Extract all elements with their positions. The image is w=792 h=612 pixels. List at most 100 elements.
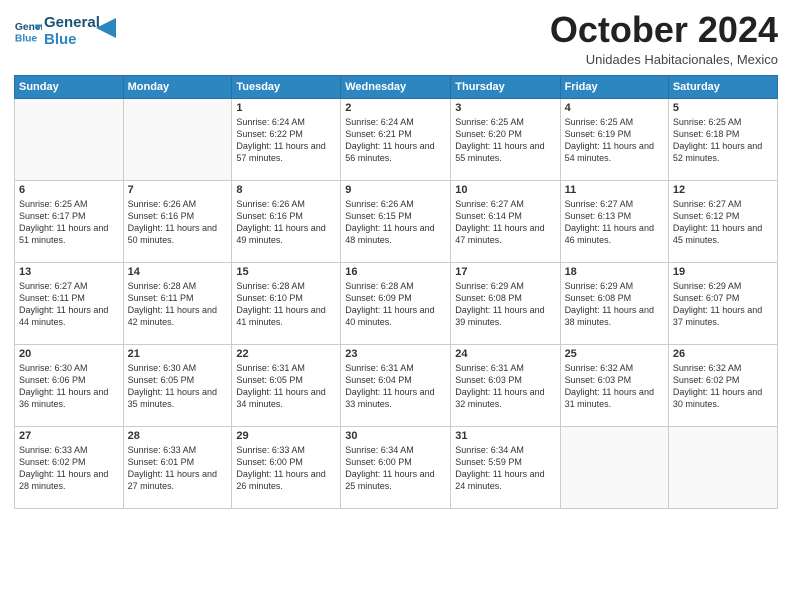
svg-text:Blue: Blue: [15, 34, 38, 45]
cell-info: Sunrise: 6:26 AMSunset: 6:16 PMDaylight:…: [236, 198, 336, 247]
day-number: 24: [455, 348, 555, 360]
day-number: 15: [236, 266, 336, 278]
day-number: 6: [19, 184, 119, 196]
cell-info: Sunrise: 6:27 AMSunset: 6:14 PMDaylight:…: [455, 198, 555, 247]
day-number: 14: [128, 266, 228, 278]
logo-text-blue: Blue: [44, 31, 100, 48]
col-friday: Friday: [560, 75, 668, 98]
table-row: 6 Sunrise: 6:25 AMSunset: 6:17 PMDaylight…: [15, 180, 124, 262]
table-row: 9 Sunrise: 6:26 AMSunset: 6:15 PMDaylight…: [341, 180, 451, 262]
day-number: 17: [455, 266, 555, 278]
table-row: [15, 98, 124, 180]
table-row: 29 Sunrise: 6:33 AMSunset: 6:00 PMDayligh…: [232, 426, 341, 508]
day-number: 3: [455, 102, 555, 114]
table-row: 24 Sunrise: 6:31 AMSunset: 6:03 PMDayligh…: [451, 344, 560, 426]
calendar-week-row: 27 Sunrise: 6:33 AMSunset: 6:02 PMDayligh…: [15, 426, 778, 508]
header: General Blue General Blue October 2024 U…: [14, 10, 778, 67]
calendar-week-row: 20 Sunrise: 6:30 AMSunset: 6:06 PMDayligh…: [15, 344, 778, 426]
day-number: 12: [673, 184, 773, 196]
col-wednesday: Wednesday: [341, 75, 451, 98]
day-number: 25: [565, 348, 664, 360]
logo-text-general: General: [44, 14, 100, 31]
cell-info: Sunrise: 6:32 AMSunset: 6:02 PMDaylight:…: [673, 362, 773, 411]
day-number: 9: [345, 184, 446, 196]
cell-info: Sunrise: 6:34 AMSunset: 6:00 PMDaylight:…: [345, 444, 446, 493]
day-number: 22: [236, 348, 336, 360]
cell-info: Sunrise: 6:28 AMSunset: 6:11 PMDaylight:…: [128, 280, 228, 329]
day-number: 30: [345, 430, 446, 442]
cell-info: Sunrise: 6:33 AMSunset: 6:01 PMDaylight:…: [128, 444, 228, 493]
table-row: 19 Sunrise: 6:29 AMSunset: 6:07 PMDayligh…: [668, 262, 777, 344]
calendar-header-row: Sunday Monday Tuesday Wednesday Thursday…: [15, 75, 778, 98]
table-row: 30 Sunrise: 6:34 AMSunset: 6:00 PMDayligh…: [341, 426, 451, 508]
cell-info: Sunrise: 6:30 AMSunset: 6:06 PMDaylight:…: [19, 362, 119, 411]
table-row: 16Sunrise: 6:28 AMSunset: 6:09 PMDayligh…: [341, 262, 451, 344]
table-row: 8Sunrise: 6:26 AMSunset: 6:16 PMDaylight…: [232, 180, 341, 262]
table-row: 22Sunrise: 6:31 AMSunset: 6:05 PMDayligh…: [232, 344, 341, 426]
table-row: 31 Sunrise: 6:34 AMSunset: 5:59 PMDayligh…: [451, 426, 560, 508]
cell-info: Sunrise: 6:26 AMSunset: 6:15 PMDaylight:…: [345, 198, 446, 247]
cell-info: Sunrise: 6:34 AMSunset: 5:59 PMDaylight:…: [455, 444, 555, 493]
cell-info: Sunrise: 6:26 AMSunset: 6:16 PMDaylight:…: [128, 198, 228, 247]
calendar-week-row: 1 Sunrise: 6:24 AMSunset: 6:22 PMDaylight…: [15, 98, 778, 180]
day-number: 18: [565, 266, 664, 278]
cell-info: Sunrise: 6:25 AMSunset: 6:17 PMDaylight:…: [19, 198, 119, 247]
day-number: 19: [673, 266, 773, 278]
table-row: 7 Sunrise: 6:26 AMSunset: 6:16 PMDaylight…: [123, 180, 232, 262]
table-row: 14 Sunrise: 6:28 AMSunset: 6:11 PMDayligh…: [123, 262, 232, 344]
day-number: 13: [19, 266, 119, 278]
day-number: 31: [455, 430, 555, 442]
table-row: [123, 98, 232, 180]
cell-info: Sunrise: 6:30 AMSunset: 6:05 PMDaylight:…: [128, 362, 228, 411]
calendar-table: Sunday Monday Tuesday Wednesday Thursday…: [14, 75, 778, 509]
table-row: 3 Sunrise: 6:25 AMSunset: 6:20 PMDaylight…: [451, 98, 560, 180]
cell-info: Sunrise: 6:31 AMSunset: 6:03 PMDaylight:…: [455, 362, 555, 411]
col-thursday: Thursday: [451, 75, 560, 98]
cell-info: Sunrise: 6:28 AMSunset: 6:09 PMDaylight:…: [345, 280, 446, 329]
day-number: 29: [236, 430, 336, 442]
table-row: 27 Sunrise: 6:33 AMSunset: 6:02 PMDayligh…: [15, 426, 124, 508]
month-title: October 2024: [550, 10, 778, 50]
table-row: 13 Sunrise: 6:27 AMSunset: 6:11 PMDayligh…: [15, 262, 124, 344]
cell-info: Sunrise: 6:25 AMSunset: 6:18 PMDaylight:…: [673, 116, 773, 165]
cell-info: Sunrise: 6:33 AMSunset: 6:00 PMDaylight:…: [236, 444, 336, 493]
cell-info: Sunrise: 6:25 AMSunset: 6:19 PMDaylight:…: [565, 116, 664, 165]
cell-info: Sunrise: 6:24 AMSunset: 6:22 PMDaylight:…: [236, 116, 336, 165]
day-number: 4: [565, 102, 664, 114]
col-sunday: Sunday: [15, 75, 124, 98]
logo: General Blue General Blue: [14, 14, 116, 49]
cell-info: Sunrise: 6:31 AMSunset: 6:04 PMDaylight:…: [345, 362, 446, 411]
table-row: 26Sunrise: 6:32 AMSunset: 6:02 PMDayligh…: [668, 344, 777, 426]
cell-info: Sunrise: 6:29 AMSunset: 6:07 PMDaylight:…: [673, 280, 773, 329]
cell-info: Sunrise: 6:28 AMSunset: 6:10 PMDaylight:…: [236, 280, 336, 329]
cell-info: Sunrise: 6:33 AMSunset: 6:02 PMDaylight:…: [19, 444, 119, 493]
table-row: [560, 426, 668, 508]
day-number: 27: [19, 430, 119, 442]
cell-info: Sunrise: 6:27 AMSunset: 6:11 PMDaylight:…: [19, 280, 119, 329]
table-row: 15 Sunrise: 6:28 AMSunset: 6:10 PMDayligh…: [232, 262, 341, 344]
cell-info: Sunrise: 6:27 AMSunset: 6:12 PMDaylight:…: [673, 198, 773, 247]
subtitle: Unidades Habitacionales, Mexico: [550, 52, 778, 67]
calendar-week-row: 6 Sunrise: 6:25 AMSunset: 6:17 PMDaylight…: [15, 180, 778, 262]
logo-arrow-icon: [96, 18, 116, 38]
table-row: 2Sunrise: 6:24 AMSunset: 6:21 PMDaylight…: [341, 98, 451, 180]
cell-info: Sunrise: 6:25 AMSunset: 6:20 PMDaylight:…: [455, 116, 555, 165]
day-number: 11: [565, 184, 664, 196]
table-row: 1 Sunrise: 6:24 AMSunset: 6:22 PMDaylight…: [232, 98, 341, 180]
day-number: 20: [19, 348, 119, 360]
cell-info: Sunrise: 6:32 AMSunset: 6:03 PMDaylight:…: [565, 362, 664, 411]
day-number: 1: [236, 102, 336, 114]
cell-info: Sunrise: 6:29 AMSunset: 6:08 PMDaylight:…: [565, 280, 664, 329]
day-number: 5: [673, 102, 773, 114]
table-row: 18 Sunrise: 6:29 AMSunset: 6:08 PMDayligh…: [560, 262, 668, 344]
table-row: 20 Sunrise: 6:30 AMSunset: 6:06 PMDayligh…: [15, 344, 124, 426]
table-row: 4 Sunrise: 6:25 AMSunset: 6:19 PMDaylight…: [560, 98, 668, 180]
calendar-week-row: 13 Sunrise: 6:27 AMSunset: 6:11 PMDayligh…: [15, 262, 778, 344]
table-row: 10Sunrise: 6:27 AMSunset: 6:14 PMDayligh…: [451, 180, 560, 262]
table-row: [668, 426, 777, 508]
table-row: 5 Sunrise: 6:25 AMSunset: 6:18 PMDaylight…: [668, 98, 777, 180]
day-number: 7: [128, 184, 228, 196]
day-number: 23: [345, 348, 446, 360]
col-tuesday: Tuesday: [232, 75, 341, 98]
logo-icon: General Blue: [14, 17, 42, 45]
